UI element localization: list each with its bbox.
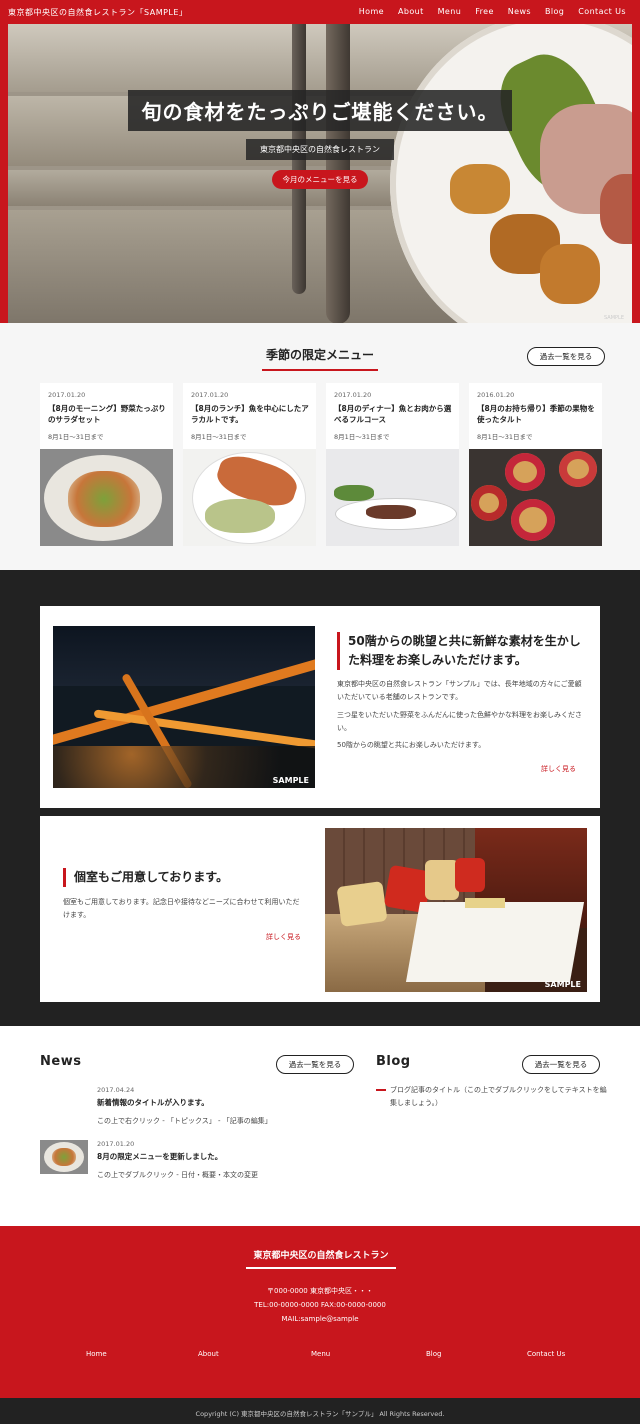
feature-section: SAMPLE 50階からの眺望と共に新鮮な素材を生かした料理をお楽しみいただけま… [0, 570, 640, 1026]
news-item[interactable]: 2017.04.24 新着情報のタイトルが入ります。 この上で右クリック - 「… [97, 1086, 337, 1126]
hero-frame-left [0, 24, 8, 323]
hero-frame-right [632, 24, 640, 323]
seasonal-menu-section: 季節の限定メニュー 過去一覧を見る 2017.01.20 【8月のモーニング】野… [0, 323, 640, 570]
feature-panel-private-room: 個室もご用意しております。 個室もご用意しております。記念日や接待などニーズに合… [40, 816, 600, 1002]
feature-panel-view: SAMPLE 50階からの眺望と共に新鮮な素材を生かした料理をお楽しみいただけま… [40, 606, 600, 808]
nav-blog[interactable]: Blog [545, 7, 564, 16]
feature-heading: 50階からの眺望と共に新鮮な素材を生かした料理をお楽しみいただけます。 [337, 632, 583, 671]
feature-more-link[interactable]: 詳しく見る [541, 764, 576, 774]
private-room-text: 個室もご用意しております。記念日や接待などニーズに合わせて利用いただけます。 [63, 898, 300, 920]
news-thumbnail [40, 1140, 88, 1174]
footer-nav-contact[interactable]: Contact Us [527, 1350, 565, 1358]
news-list-button[interactable]: 過去一覧を見る [276, 1055, 354, 1074]
night-city-image: SAMPLE [53, 626, 315, 788]
footer-nav-menu[interactable]: Menu [311, 1350, 330, 1358]
nav-free[interactable]: Free [475, 7, 494, 16]
footer-address: 〒000-0000 東京都中央区・・・ TEL:00-0000-0000 FAX… [254, 1287, 386, 1323]
hero-subtitle: 東京都中央区の自然食レストラン [246, 139, 394, 160]
site-footer: 東京都中央区の自然食レストラン 〒000-0000 東京都中央区・・・ TEL:… [0, 1226, 640, 1398]
fish-dish-image [183, 449, 316, 546]
blog-list-button[interactable]: 過去一覧を見る [522, 1055, 600, 1074]
hero-watermark: SAMPLE [604, 315, 624, 321]
news-title: News [40, 1054, 82, 1069]
nav-contact[interactable]: Contact Us [578, 7, 626, 16]
main-nav: Home About Menu Free News Blog Contact U… [359, 7, 626, 16]
footer-nav-blog[interactable]: Blog [426, 1350, 441, 1358]
nav-menu[interactable]: Menu [438, 7, 462, 16]
menu-card[interactable]: 2016.01.20 【8月のお持ち帰り】季節の果物を使ったタルト 8月1日～3… [469, 383, 602, 546]
copyright: Copyright (C) 東京都中央区の自然食レストラン「サンプル」 All … [0, 1398, 640, 1424]
private-room-image: SAMPLE [325, 828, 587, 992]
menu-card[interactable]: 2017.01.20 【8月のディナー】魚とお肉から選べるフルコース 8月1日～… [326, 383, 459, 546]
menu-card[interactable]: 2017.01.20 【8月のランチ】魚を中心にしたアラカルトです。 8月1日～… [183, 383, 316, 546]
blog-entry[interactable]: ブログ記事のタイトル（この上でダブルクリックをしてテキストを編集しましょう。） [390, 1084, 608, 1111]
nav-home[interactable]: Home [359, 7, 384, 16]
blog-bullet [376, 1089, 386, 1091]
private-room-heading: 個室もご用意しております。 [63, 868, 303, 888]
seasonal-menu-title: 季節の限定メニュー [262, 346, 378, 371]
hero-menu-button[interactable]: 今月のメニューを見る [272, 170, 368, 189]
menu-card[interactable]: 2017.01.20 【8月のモーニング】野菜たっぷりのサラダセット 8月1日～… [40, 383, 173, 546]
menu-cards: 2017.01.20 【8月のモーニング】野菜たっぷりのサラダセット 8月1日～… [40, 383, 602, 546]
private-room-more-link[interactable]: 詳しく見る [266, 932, 301, 942]
dinner-table-image [326, 449, 459, 546]
feature-text: 東京都中央区の自然食レストラン「サンプル」では、長年地域の方々にご愛顧いただいて… [337, 680, 582, 750]
footer-nav-home[interactable]: Home [86, 1350, 107, 1358]
salad-image [40, 449, 173, 546]
footer-nav-about[interactable]: About [198, 1350, 219, 1358]
news-blog-section: News 過去一覧を見る 2017.04.24 新着情報のタイトルが入ります。 … [0, 1026, 640, 1226]
seasonal-list-button[interactable]: 過去一覧を見る [527, 347, 605, 366]
tart-image [469, 449, 602, 546]
hero-copy: 旬の食材をたっぷりご堪能ください。 東京都中央区の自然食レストラン 今月のメニュ… [128, 90, 512, 189]
hero-title: 旬の食材をたっぷりご堪能ください。 [128, 90, 512, 131]
footer-title: 東京都中央区の自然食レストラン [246, 1248, 396, 1269]
nav-about[interactable]: About [398, 7, 424, 16]
nav-news[interactable]: News [508, 7, 531, 16]
site-header: 東京都中央区の自然食レストラン「SAMPLE」 Home About Menu … [0, 0, 640, 24]
blog-title: Blog [376, 1054, 411, 1069]
news-item[interactable]: 2017.01.20 8月の限定メニューを更新しました。 この上でダブルクリック… [97, 1140, 337, 1180]
site-logo[interactable]: 東京都中央区の自然食レストラン「SAMPLE」 [8, 7, 187, 18]
